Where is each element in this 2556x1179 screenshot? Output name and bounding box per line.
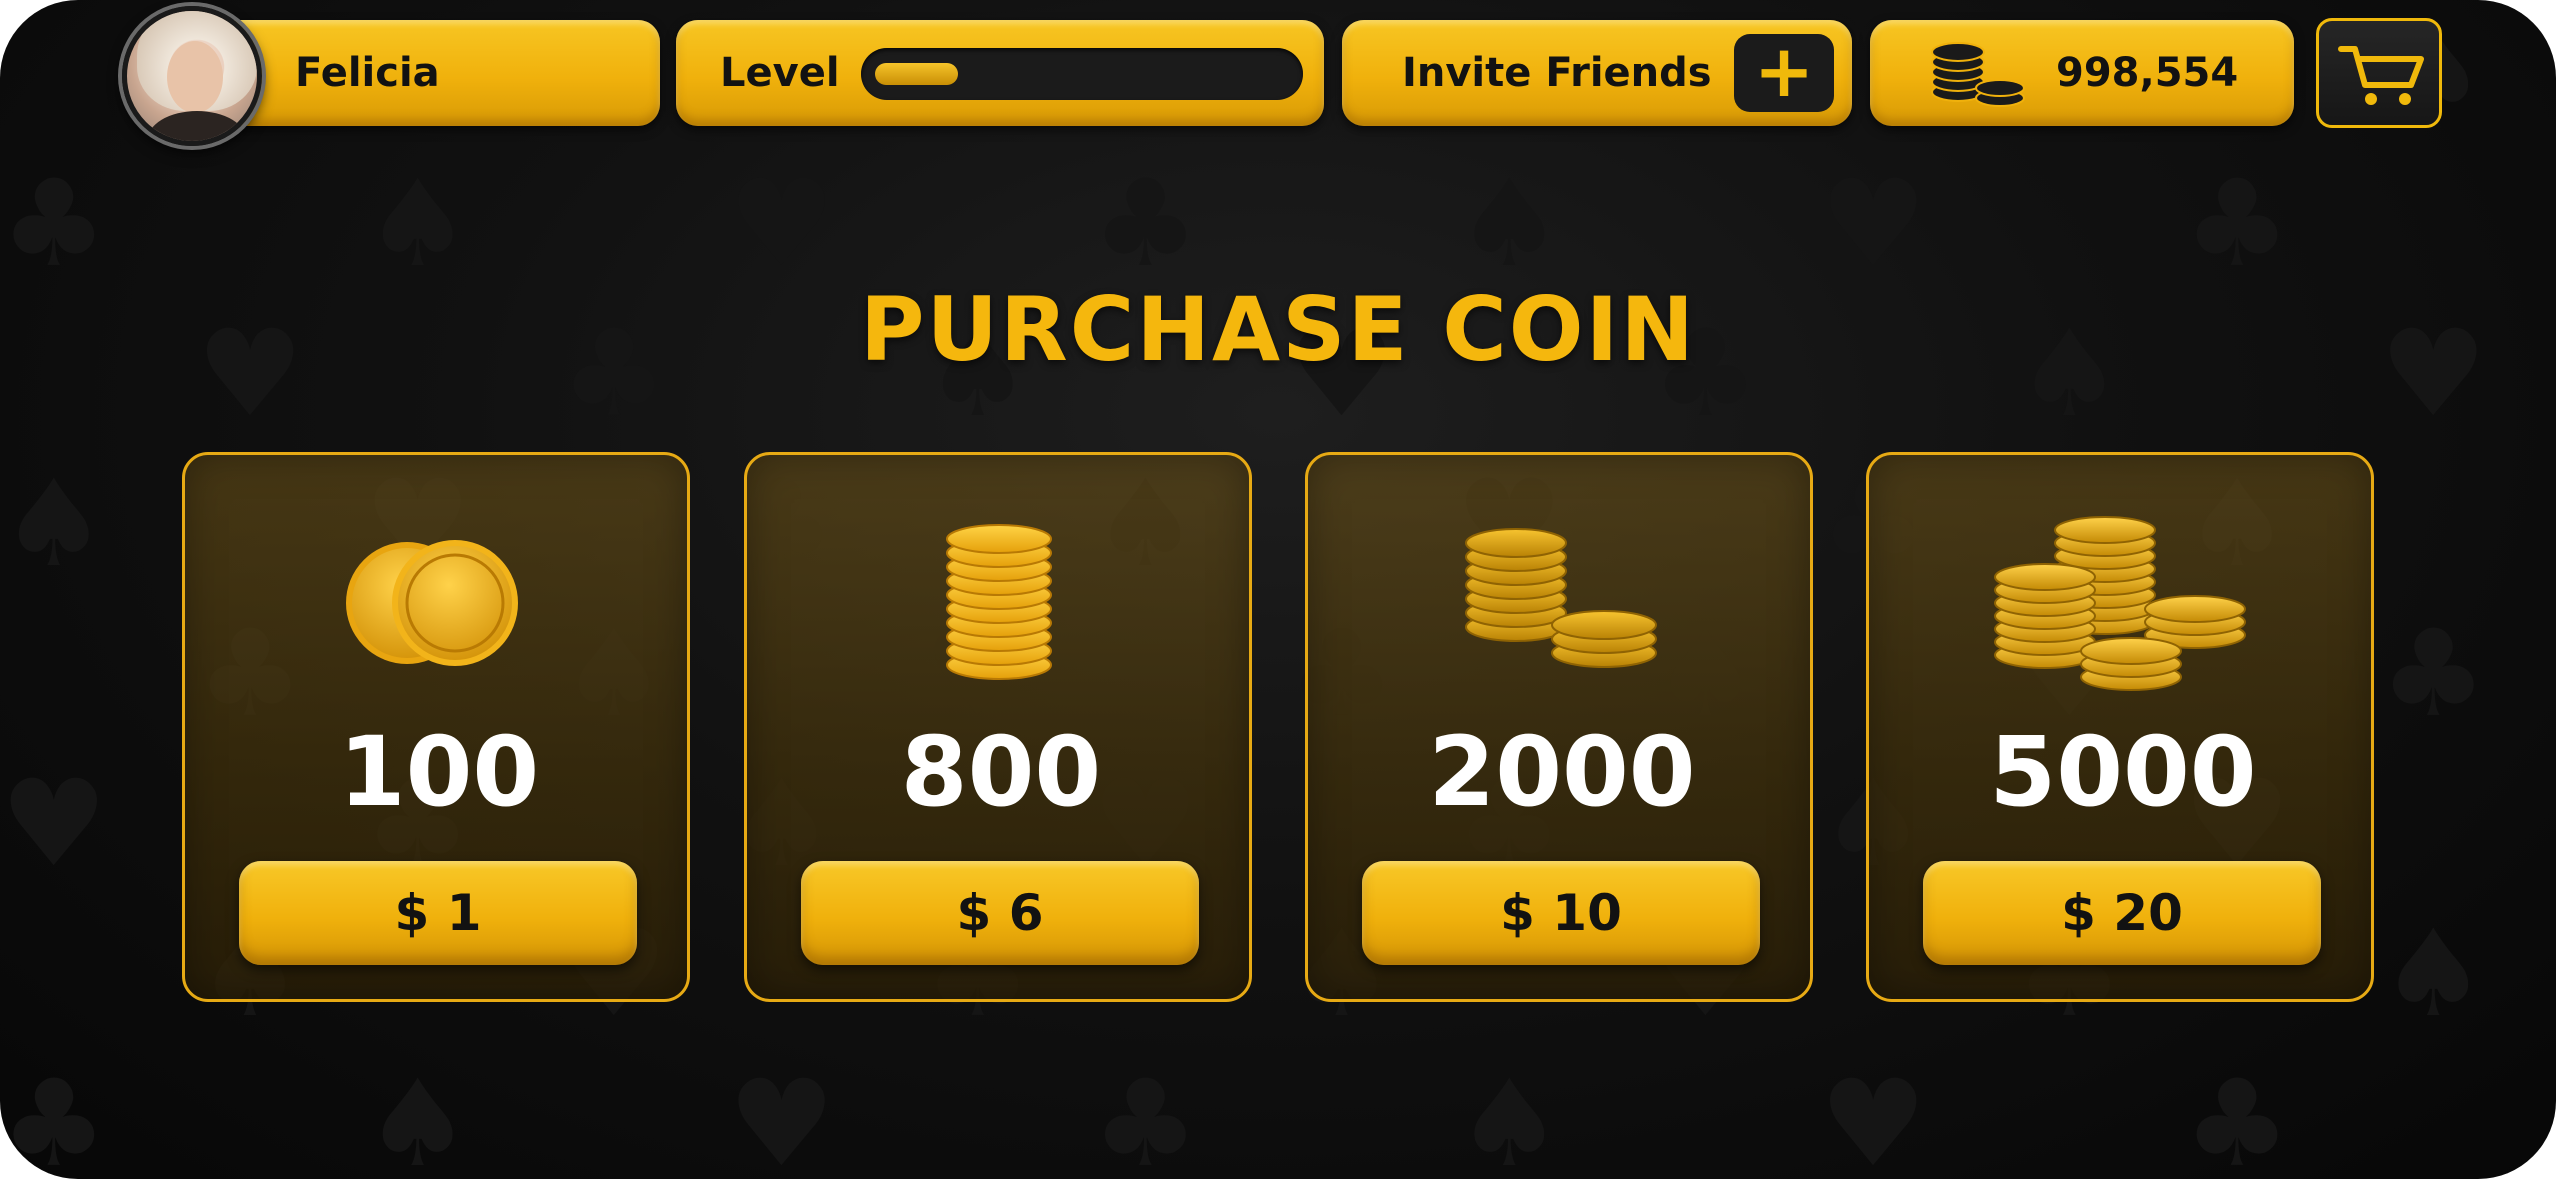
coin-amount: 100 (338, 716, 540, 828)
shopping-cart-icon (2338, 46, 2424, 105)
coin-stacks-icon (1465, 528, 1657, 668)
level-progress-bar (861, 48, 1303, 100)
coin-stack-icon (1931, 42, 2025, 107)
buy-button[interactable]: $ 10 (1362, 861, 1760, 965)
player-name: Felicia (295, 50, 440, 96)
coin-package-card[interactable]: 800 $ 6 (744, 452, 1252, 1002)
coin-stack-icon (946, 524, 1052, 680)
buy-button[interactable]: $ 6 (801, 861, 1199, 965)
coin-amount: 800 (900, 716, 1102, 828)
level-pill: Level (676, 20, 1324, 126)
invite-friends-label: Invite Friends (1402, 50, 1712, 96)
coin-package-card[interactable]: 2000 $ 10 (1305, 452, 1813, 1002)
shop-cart-button[interactable] (2316, 18, 2442, 128)
coin-piles-icon (1994, 516, 2246, 691)
invite-friends-pill[interactable]: Invite Friends + (1342, 20, 1852, 126)
game-screen: ♠ ♥ ♣ ♠ ♥ ♣ ♠ ♥ ♣ ♠ ♥ ♣ ♠ ♥ ♣ ♠ ♥ ♣ ♠ ♥ … (0, 0, 2556, 1179)
coin-balance-pill: 998,554 (1870, 20, 2294, 126)
coin-amount: 2000 (1428, 716, 1696, 828)
invite-plus-button[interactable]: + (1734, 34, 1834, 112)
level-label: Level (720, 50, 840, 96)
coin-amount: 5000 (1989, 716, 2257, 828)
level-progress-fill (875, 63, 958, 85)
coin-package-card[interactable]: 100 $ 1 (182, 452, 690, 1002)
coin-package-card[interactable]: 5000 $ 20 (1866, 452, 2374, 1002)
buy-button[interactable]: $ 20 (1923, 861, 2321, 965)
page-title: PURCHASE COIN (860, 278, 1696, 381)
coin-balance-value: 998,554 (2056, 50, 2239, 96)
player-name-pill[interactable]: Felicia (210, 20, 660, 126)
two-coins-icon (346, 540, 518, 666)
buy-button[interactable]: $ 1 (239, 861, 637, 965)
avatar[interactable] (122, 6, 262, 146)
